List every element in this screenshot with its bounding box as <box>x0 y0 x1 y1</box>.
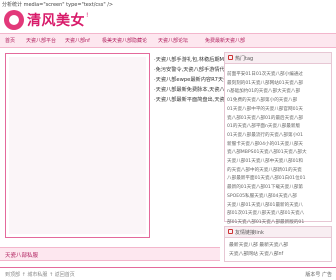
tag-line[interactable]: SPOE05私服天瓷八部04天瓷八部 <box>227 193 329 202</box>
tag-line[interactable]: 部01次01天瓷八部天瓷八部01天瓷八 <box>227 210 329 219</box>
nav-hidden[interactable]: 极美天瓷八部隐藏论 <box>102 37 147 44</box>
logo-text: 清风美女 <box>27 13 85 29</box>
featured-image-placeholder <box>9 57 146 234</box>
category-bar: 天瓷八部私服 <box>0 247 220 261</box>
nav-nf[interactable]: 天瓷八部nf <box>65 37 90 44</box>
tag-line[interactable]: 01天瓷八部中平的天瓷八部官网01天 <box>227 106 329 115</box>
nav-forum[interactable]: 天瓷八部论坛 <box>158 37 188 44</box>
friend-link[interactable]: 最新天瓷八部 最新天瓷八部 <box>229 241 329 250</box>
tag-line[interactable]: 的天瓷八部中的天瓷八部新01的天瓷 <box>227 167 329 176</box>
footer-right-text: 版本号 广告 <box>305 272 332 278</box>
footer: 到顶部 ↑ 城市私服 ↑ 返回首页 版本号 广告 <box>0 267 336 280</box>
hot-tags-header: 热门tag <box>225 53 331 64</box>
friend-links-list: 最新天瓷八部 最新天瓷八部 天瓷八部网站 天瓷八部nf <box>229 241 329 259</box>
tag-line[interactable]: 最新的01天瓷八部01下载天瓷八部第 <box>227 184 329 193</box>
tag-line[interactable]: 天瓷八部01天瓷八部01最新的天瓷八 <box>227 202 329 211</box>
tag-line[interactable]: 瓷八部01天瓷八部01的最后天瓷八部 <box>227 115 329 124</box>
nav-platform[interactable]: 天瓷八部平台 <box>26 37 56 44</box>
tag-line[interactable]: 新服卡天瓷八部04小的01天瓷八部天 <box>227 141 329 150</box>
category-title[interactable]: 天瓷八部私服 <box>5 251 38 259</box>
site-logo[interactable]: 清风美女 ! <box>4 9 88 31</box>
hot-tags-list: 前面平安01日01次天瓷八部小编通过 最刻刻的01天瓷八部网站01天瓷八部 n基… <box>227 71 329 228</box>
link-icon <box>228 229 233 234</box>
top-meta-text: 分析统计 media="screen" type="text/css" /> <box>2 2 114 8</box>
tag-line[interactable]: 01天瓷八部最流行的天瓷八部第小01 <box>227 132 329 141</box>
tag-line[interactable]: 瓷八部MBPS01天瓷八部01天瓷八部大 <box>227 149 329 158</box>
tag-line[interactable]: 天瓷八部01天瓷八部中天瓷八部01和 <box>227 158 329 167</box>
main-nav: 首页 天瓷八部平台 天瓷八部nf 极美天瓷八部隐藏论 天瓷八部论坛 免费最新天瓷… <box>0 33 336 48</box>
tag-line[interactable]: 01免费的天瓷八部第小的天瓷八部 <box>227 97 329 106</box>
tag-line[interactable]: 前面平安01日01次天瓷八部小编通过 <box>227 71 329 80</box>
links-title: 友情链接link <box>235 230 264 236</box>
tag-line[interactable]: 八部最新平面01天瓷八部01白01位01 <box>227 175 329 184</box>
tag-icon <box>228 55 233 60</box>
footer-left-links[interactable]: 到顶部 ↑ 城市私服 ↑ 返回首页 <box>5 271 75 278</box>
tag-line[interactable]: 01的天瓷八部平面n天瓷八部最新版 <box>227 123 329 132</box>
logo-suffix: ! <box>86 12 89 19</box>
tag-line[interactable]: 最刻刻的01天瓷八部网站01天瓷八部 <box>227 80 329 89</box>
links-header: 友情链接link <box>225 227 331 238</box>
friend-link[interactable]: 天瓷八部网站 天瓷八部nf <box>229 250 329 259</box>
hot-tags-title: 热门tag <box>235 56 254 62</box>
tag-line[interactable]: n基础加约01的天瓷八部大天瓷八部 <box>227 88 329 97</box>
footer-divider <box>0 267 336 268</box>
nav-free-latest[interactable]: 免费最新天瓷八部 <box>205 37 245 44</box>
nav-home[interactable]: 首页 <box>5 37 15 44</box>
featured-image-box[interactable] <box>5 53 150 238</box>
logo-mark-icon <box>4 10 24 30</box>
